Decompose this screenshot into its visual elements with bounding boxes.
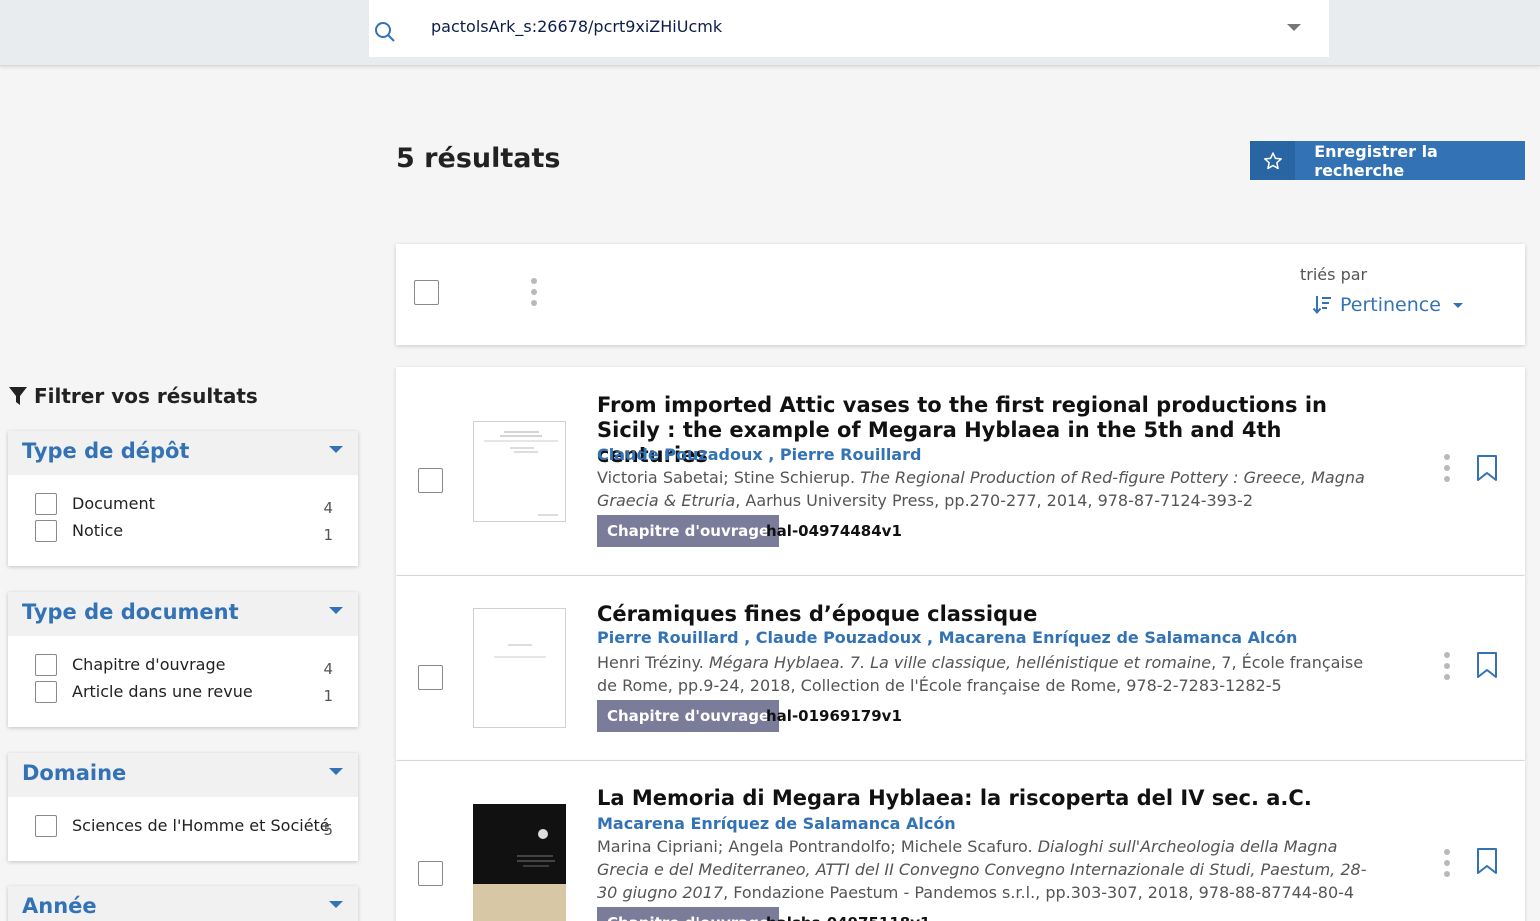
document-type-badge: Chapitre d'ouvrage [597, 907, 780, 921]
result-checkbox[interactable] [418, 665, 443, 690]
filter-checkbox[interactable] [35, 654, 57, 676]
filter-option-count: 5 [323, 821, 333, 839]
hal-id: hal-04974484v1 [766, 522, 902, 540]
document-type-badge: Chapitre d'ouvrage [597, 700, 780, 732]
result-title[interactable]: Céramiques fines d’époque classique [597, 602, 1357, 627]
filter-option-chapitre[interactable]: Chapitre d'ouvrage 4 [8, 652, 358, 679]
search-input[interactable]: pactolsArk_s:26678/pcrt9xiZHiUcmk [431, 17, 722, 36]
filter-panel-title: Type de dépôt [22, 439, 190, 463]
top-search-bar: pactolsArk_s:26678/pcrt9xiZHiUcmk [0, 0, 1540, 66]
filter-checkbox[interactable] [35, 493, 57, 515]
filter-panel-header[interactable]: Année [8, 886, 358, 921]
document-thumbnail[interactable] [473, 804, 566, 921]
sort-icon [1312, 296, 1331, 315]
document-type-badge: Chapitre d'ouvrage [597, 515, 780, 547]
filter-option-count: 1 [323, 526, 333, 544]
search-box[interactable]: pactolsArk_s:26678/pcrt9xiZHiUcmk [369, 0, 1329, 57]
bookmark-icon[interactable] [1476, 847, 1498, 875]
result-checkbox[interactable] [418, 861, 443, 886]
results-count: 5 résultats [396, 143, 561, 174]
chevron-down-icon[interactable] [329, 768, 343, 775]
select-all-checkbox[interactable] [414, 280, 439, 305]
filter-panel-type-document: Type de document Chapitre d'ouvrage 4 Ar… [8, 592, 358, 727]
sort-dropdown[interactable]: Pertinence [1312, 294, 1463, 316]
filter-option-document[interactable]: Document 4 [8, 491, 358, 518]
filter-panel-header[interactable]: Type de document [8, 592, 358, 636]
filter-option-notice[interactable]: Notice 1 [8, 518, 358, 545]
result-authors[interactable]: Pierre Rouillard , Claude Pouzadoux , Ma… [597, 628, 1297, 647]
filter-option-article[interactable]: Article dans une revue 1 [8, 679, 358, 706]
chevron-down-icon [1452, 302, 1463, 308]
filter-panel-header[interactable]: Type de dépôt [8, 431, 358, 475]
filter-panel-type-depot: Type de dépôt Document 4 Notice 1 [8, 431, 358, 566]
result-actions-icon[interactable] [1443, 652, 1451, 680]
filter-panel-title: Domaine [22, 761, 127, 785]
chevron-down-icon[interactable] [329, 901, 343, 908]
bulk-actions-icon[interactable] [530, 278, 538, 306]
result-title[interactable]: La Memoria di Megara Hyblaea: la riscope… [597, 786, 1357, 811]
hal-id: halshs-04975118v1 [766, 914, 930, 921]
filter-panel-domaine: Domaine Sciences de l'Homme et Société 5 [8, 753, 358, 861]
bookmark-icon[interactable] [1476, 651, 1498, 679]
sort-label: triés par [1300, 265, 1368, 284]
filter-panel-annee: Année [8, 886, 358, 921]
result-checkbox[interactable] [418, 468, 443, 493]
results-toolbar: triés par Pertinence [396, 244, 1525, 345]
chevron-down-icon[interactable] [329, 607, 343, 614]
filter-panel-title: Année [22, 894, 97, 918]
result-card: Céramiques fines d’époque classique Pier… [396, 576, 1525, 760]
hal-id: hal-01969179v1 [766, 707, 902, 725]
filter-option-shs[interactable]: Sciences de l'Homme et Société 5 [8, 813, 358, 840]
filter-checkbox[interactable] [35, 520, 57, 542]
filter-option-label: Notice [72, 521, 124, 540]
result-authors[interactable]: Claude Pouzadoux , Pierre Rouillard [597, 445, 921, 464]
result-reference: Victoria Sabetai; Stine Schierup. The Re… [597, 468, 1365, 510]
document-thumbnail[interactable] [473, 608, 566, 728]
save-search-button[interactable]: Enregistrer la recherche [1250, 141, 1525, 180]
filter-option-count: 1 [323, 687, 333, 705]
result-actions-icon[interactable] [1443, 849, 1451, 877]
result-actions-icon[interactable] [1443, 454, 1451, 482]
document-thumbnail[interactable] [473, 421, 566, 522]
filter-panel-title: Type de document [22, 600, 239, 624]
filter-option-label: Chapitre d'ouvrage [72, 655, 226, 674]
save-search-label: Enregistrer la recherche [1314, 141, 1438, 180]
star-icon [1250, 141, 1296, 180]
chevron-down-icon[interactable] [329, 446, 343, 453]
filters-heading: Filtrer vos résultats [8, 384, 258, 408]
bookmark-icon[interactable] [1476, 454, 1498, 482]
filter-checkbox[interactable] [35, 681, 57, 703]
search-dropdown-icon[interactable] [1287, 24, 1301, 31]
search-icon[interactable] [373, 20, 397, 44]
filter-checkbox[interactable] [35, 815, 57, 837]
filter-option-label: Article dans une revue [72, 682, 253, 701]
sort-value: Pertinence [1340, 294, 1441, 316]
filter-option-count: 4 [323, 660, 333, 678]
result-reference: Marina Cipriani; Angela Pontrandolfo; Mi… [597, 837, 1367, 902]
result-card: La Memoria di Megara Hyblaea: la riscope… [396, 761, 1525, 921]
result-card: From imported Attic vases to the first r… [396, 367, 1525, 575]
result-authors[interactable]: Macarena Enríquez de Salamanca Alcón [597, 814, 956, 833]
result-reference: Henri Tréziny. Mégara Hyblaea. 7. La vil… [597, 653, 1364, 695]
filter-option-count: 4 [323, 499, 333, 517]
filter-option-label: Document [72, 494, 155, 513]
filter-option-label: Sciences de l'Homme et Société [72, 816, 330, 835]
filter-icon [9, 387, 27, 405]
filter-panel-header[interactable]: Domaine [8, 753, 358, 797]
